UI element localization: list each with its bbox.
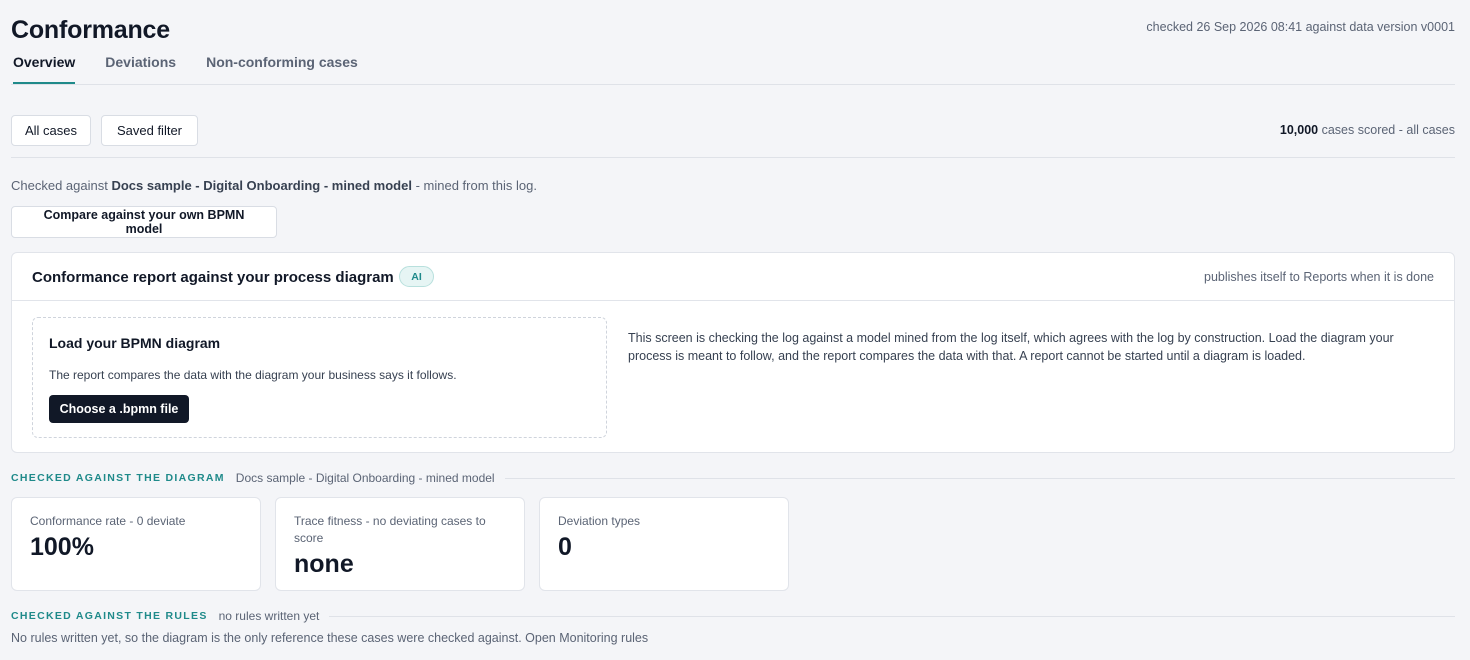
rules-section-subtitle: no rules written yet bbox=[218, 609, 320, 623]
page-header: Conformance checked 26 Sep 2026 08:41 ag… bbox=[11, 0, 1455, 85]
tab-non-conforming-cases[interactable]: Non-conforming cases bbox=[206, 54, 358, 84]
cases-scored-suffix: cases scored - all cases bbox=[1321, 123, 1455, 137]
upload-title: Load your BPMN diagram bbox=[49, 335, 221, 351]
metric-value: 0 bbox=[558, 533, 572, 561]
report-card: Conformance report against your process … bbox=[11, 252, 1455, 453]
metric-card-deviation-types: Deviation types 0 bbox=[539, 497, 789, 591]
metric-card-conformance-rate: Conformance rate - 0 deviate 100% bbox=[11, 497, 261, 591]
rules-section-header: CHECKED AGAINST THE RULES no rules writt… bbox=[11, 608, 1455, 624]
report-card-header: Conformance report against your process … bbox=[12, 253, 1454, 301]
metric-label: Conformance rate - 0 deviate bbox=[30, 514, 186, 528]
report-publish-note: publishes itself to Reports when it is d… bbox=[1204, 270, 1434, 284]
diagram-section-label: CHECKED AGAINST THE DIAGRAM bbox=[11, 472, 225, 484]
model-source-prefix: Checked against bbox=[11, 178, 108, 193]
metric-value: 100% bbox=[30, 533, 94, 561]
metric-value: none bbox=[294, 550, 354, 578]
diagram-section-header: CHECKED AGAINST THE DIAGRAM Docs sample … bbox=[11, 470, 1455, 486]
checked-timestamp: checked 26 Sep 2026 08:41 against data v… bbox=[1146, 20, 1455, 34]
upload-description: The report compares the data with the di… bbox=[49, 368, 457, 382]
diagram-section-subtitle: Docs sample - Digital Onboarding - mined… bbox=[235, 471, 495, 485]
conformance-page: Conformance checked 26 Sep 2026 08:41 ag… bbox=[11, 0, 1455, 645]
section-divider bbox=[504, 477, 1455, 479]
metric-card-trace-fitness: Trace fitness - no deviating cases to sc… bbox=[275, 497, 525, 591]
all-cases-button[interactable]: All cases bbox=[11, 115, 91, 146]
tab-overview[interactable]: Overview bbox=[13, 54, 76, 84]
saved-filter-button[interactable]: Saved filter bbox=[101, 115, 198, 146]
page-title: Conformance bbox=[11, 16, 170, 44]
tab-bar: Overview Deviations Non-conforming cases bbox=[13, 54, 358, 84]
metric-label: Trace fitness - no deviating cases to sc… bbox=[294, 514, 486, 545]
report-explanation: This screen is checking the log against … bbox=[628, 331, 1394, 363]
cases-scored-summary: 10,000 cases scored - all cases bbox=[1280, 123, 1455, 137]
bpmn-upload-dropzone[interactable]: Load your BPMN diagram The report compar… bbox=[32, 317, 607, 438]
report-title: Conformance report against your process … bbox=[32, 269, 394, 286]
tab-deviations[interactable]: Deviations bbox=[105, 54, 176, 84]
filter-bar: All cases Saved filter 10,000 cases scor… bbox=[11, 85, 1455, 158]
choose-bpmn-file-button[interactable]: Choose a .bpmn file bbox=[49, 395, 189, 423]
rules-section-label: CHECKED AGAINST THE RULES bbox=[11, 610, 208, 622]
compare-bpmn-button[interactable]: Compare against your own BPMN model bbox=[11, 206, 277, 238]
cases-scored-count: 10,000 bbox=[1279, 123, 1319, 137]
ai-badge: AI bbox=[399, 266, 434, 287]
rules-note: No rules written yet, so the diagram is … bbox=[11, 631, 649, 645]
metric-label: Deviation types bbox=[558, 514, 641, 528]
section-divider bbox=[329, 615, 1455, 617]
model-source-suffix: - mined from this log. bbox=[415, 178, 537, 193]
model-source-name: Docs sample - Digital Onboarding - mined… bbox=[111, 178, 412, 193]
model-source-text: Checked against Docs sample - Digital On… bbox=[11, 178, 537, 193]
